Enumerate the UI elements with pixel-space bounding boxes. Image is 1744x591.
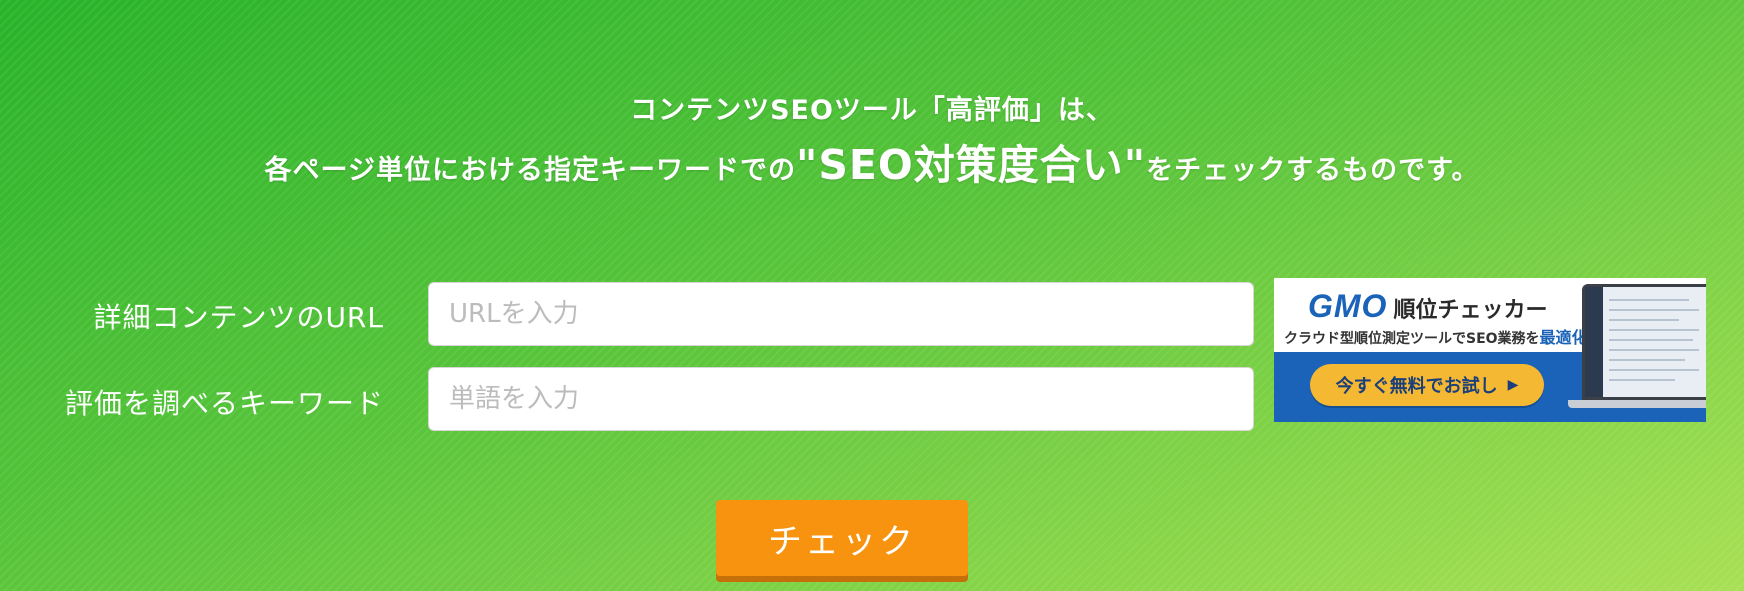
laptop-base [1568,400,1706,408]
ad-product-name: 順位チェッカー [1393,298,1548,323]
ad-cta-button[interactable]: 今すぐ無料でお試し ▶ [1310,364,1544,406]
laptop-line [1609,299,1689,301]
keyword-input[interactable] [428,367,1254,431]
laptop-screenshot-icon [1582,284,1706,400]
check-button[interactable]: チェック [716,500,968,576]
ad-tagline-text: クラウド型順位測定ツールでSEO業務を [1284,331,1540,347]
ad-logo: GMO 順位チェッカー [1308,288,1547,325]
laptop-line [1609,379,1675,381]
laptop-line [1609,329,1699,331]
play-triangle-icon: ▶ [1507,377,1519,393]
laptop-line [1609,339,1693,341]
ad-brand: GMO [1308,288,1388,324]
laptop-line [1609,349,1699,351]
intro-line-2-emphasis: "SEO対策度合い" [796,141,1147,189]
intro-line-2-after: をチェックするものです。 [1146,155,1480,186]
intro-line-2-before: 各ページ単位における指定キーワードでの [264,155,797,186]
laptop-line [1609,319,1679,321]
url-field-label: 詳細コンテンツのURL [93,301,384,334]
laptop-line [1609,359,1685,361]
laptop-line [1609,369,1699,371]
laptop-sidebar [1585,287,1603,397]
url-input[interactable] [428,282,1254,346]
laptop-line [1609,309,1699,311]
ad-tagline: クラウド型順位測定ツールでSEO業務を最適化! [1284,324,1595,348]
ad-cta-label: 今すぐ無料でお試し [1335,376,1498,397]
intro-line-2: 各ページ単位における指定キーワードでの"SEO対策度合い"をチェックするものです… [0,142,1744,194]
keyword-field-label: 評価を調べるキーワード [64,387,384,420]
gmo-rank-checker-ad-banner[interactable]: GMO 順位チェッカー クラウド型順位測定ツールでSEO業務を最適化! 今すぐ無… [1274,278,1706,422]
intro-line-1: コンテンツSEOツール「高評価」は、 [630,95,1114,126]
